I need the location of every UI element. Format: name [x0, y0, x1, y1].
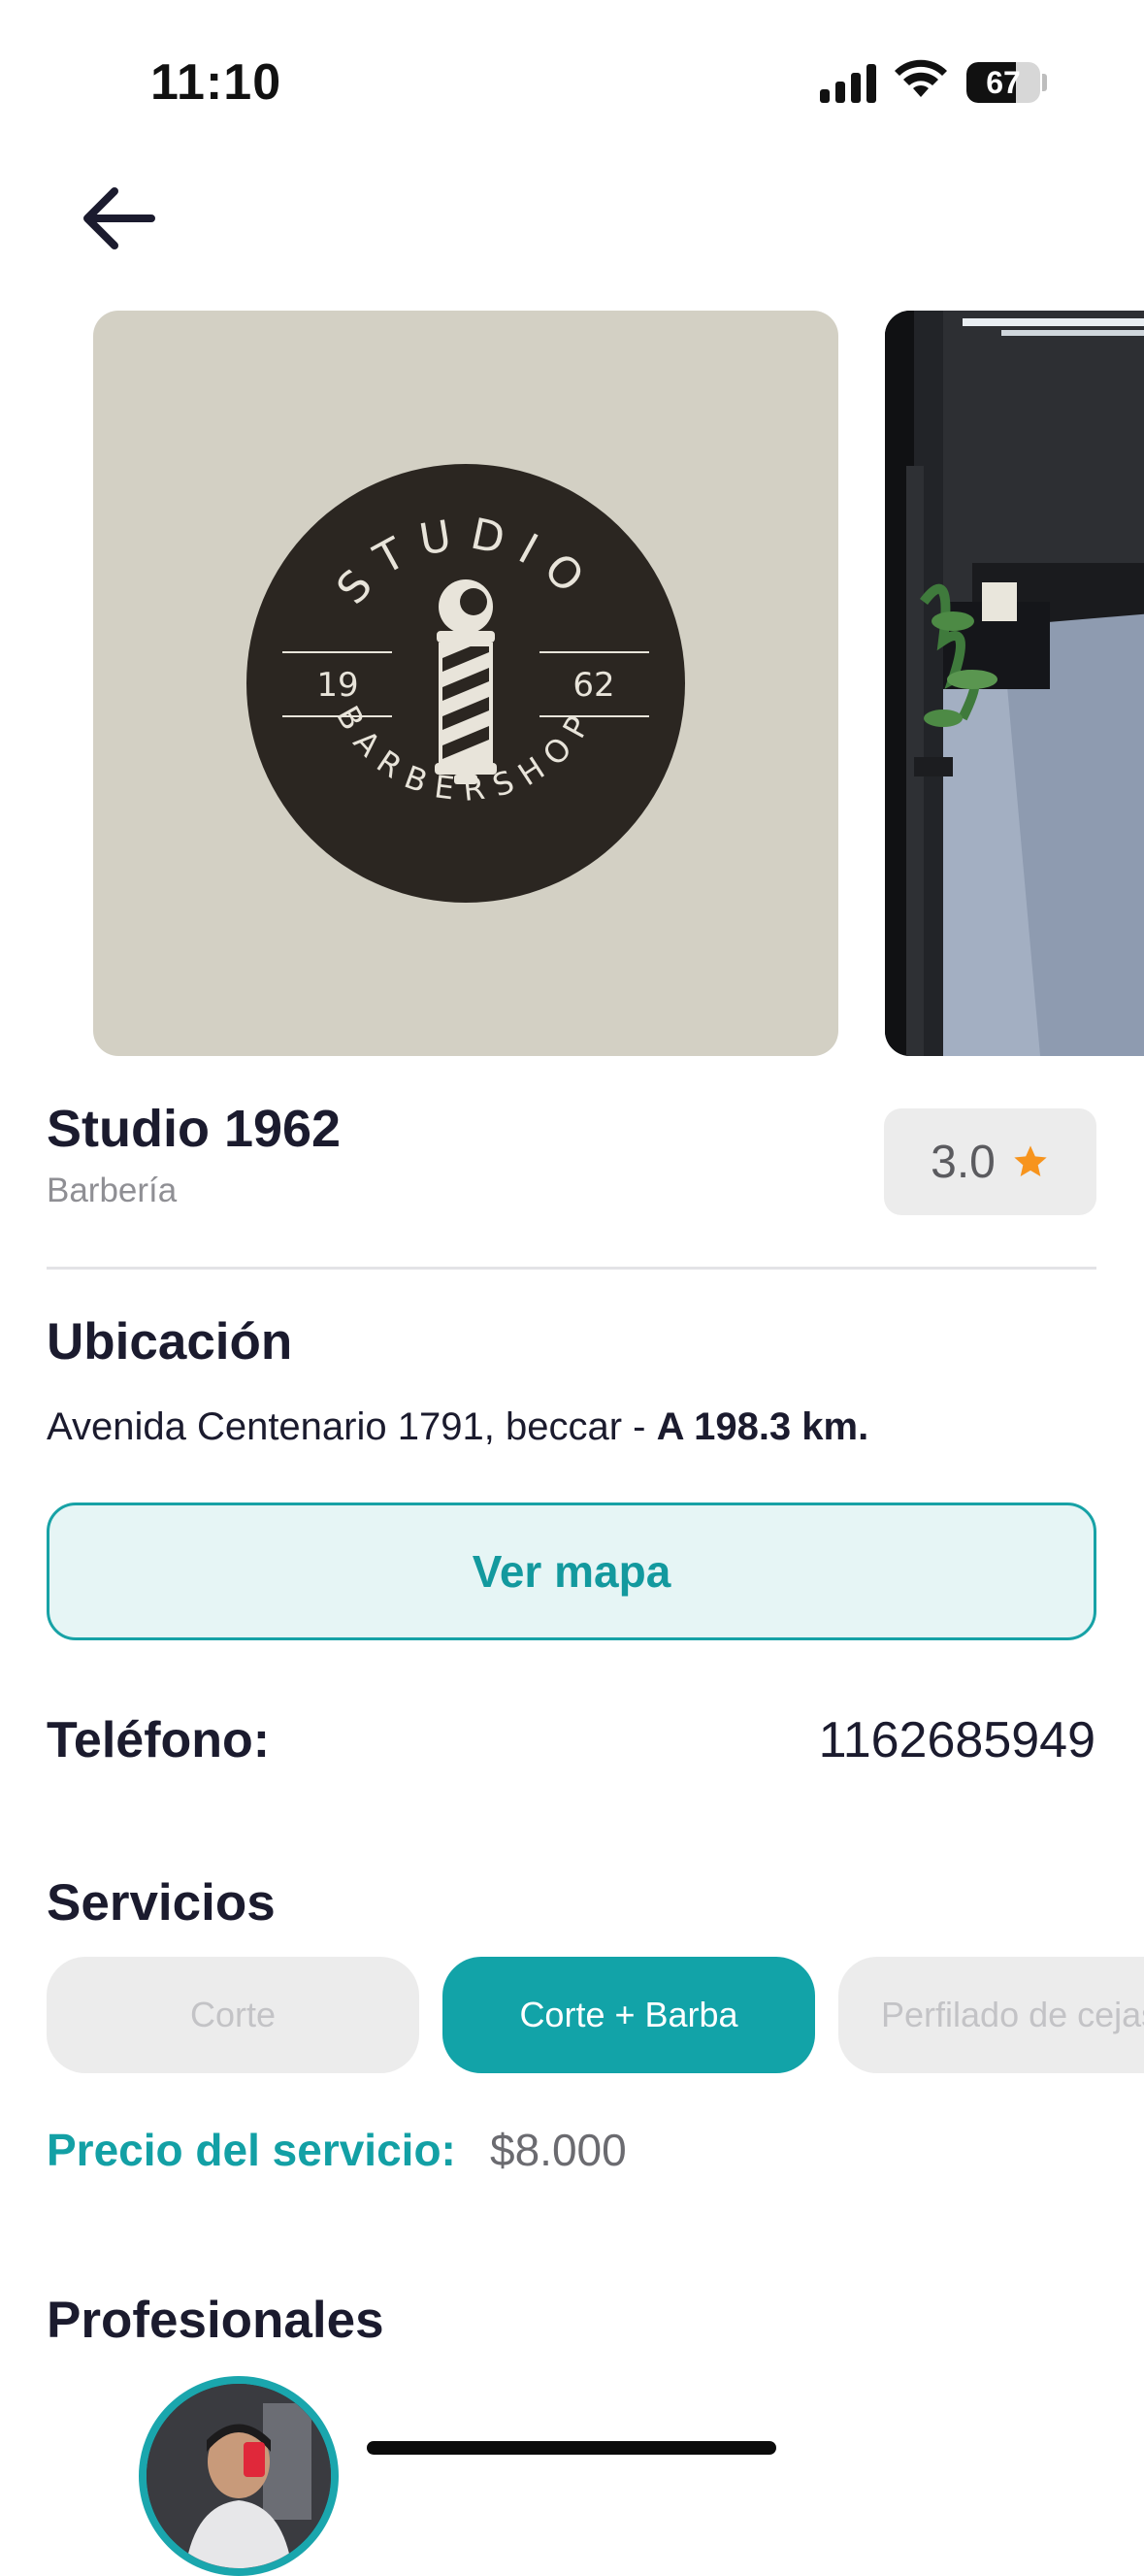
- location-title: Ubicación: [47, 1313, 293, 1371]
- shop-interior-image: [885, 311, 1144, 1056]
- divider: [47, 1267, 1096, 1270]
- phone-number[interactable]: 1162685949: [819, 1711, 1095, 1769]
- rating-badge[interactable]: 3.0: [884, 1108, 1096, 1215]
- svg-text:19: 19: [316, 666, 358, 705]
- distance-text: A 198.3 km.: [656, 1405, 869, 1448]
- gallery-shop-photo[interactable]: [885, 311, 1144, 1056]
- service-chip-corte-barba[interactable]: Corte + Barba: [442, 1957, 815, 2073]
- star-icon: [1014, 1145, 1047, 1176]
- rating-value: 3.0: [931, 1136, 996, 1188]
- business-category: Barbería: [47, 1172, 178, 1209]
- battery-icon: 67: [966, 62, 1040, 103]
- price-value: $8.000: [490, 2125, 627, 2175]
- service-chip-corte[interactable]: Corte: [47, 1957, 419, 2073]
- professional-avatar[interactable]: [139, 2376, 339, 2576]
- professionals-title: Profesionales: [47, 2292, 384, 2349]
- address: Avenida Centenario 1791, beccar - A 198.…: [47, 1405, 868, 1449]
- barbershop-logo: STUDIO BARBERSHOP 19 62: [246, 464, 685, 903]
- view-map-button[interactable]: Ver mapa: [47, 1503, 1096, 1640]
- battery-percentage: 67: [986, 64, 1021, 100]
- arrow-left-icon: [83, 187, 155, 249]
- service-chip-perfilado-cejas[interactable]: Perfilado de cejas: [838, 1957, 1144, 2073]
- cellular-signal-icon: [820, 62, 878, 103]
- wifi-icon: [895, 59, 947, 97]
- gallery-logo-card[interactable]: STUDIO BARBERSHOP 19 62: [93, 311, 838, 1056]
- phone-label: Teléfono:: [47, 1712, 271, 1768]
- home-indicator: [367, 2441, 776, 2455]
- services-title: Servicios: [47, 1874, 276, 1932]
- battery-cap: [1042, 74, 1047, 91]
- business-name: Studio 1962: [47, 1100, 342, 1158]
- svg-text:62: 62: [572, 666, 614, 705]
- price-label: Precio del servicio:: [47, 2125, 456, 2175]
- back-button[interactable]: [76, 180, 163, 257]
- address-text: Avenida Centenario 1791, beccar -: [47, 1405, 657, 1448]
- status-time: 11:10: [150, 54, 282, 111]
- professional-photo: [147, 2384, 331, 2568]
